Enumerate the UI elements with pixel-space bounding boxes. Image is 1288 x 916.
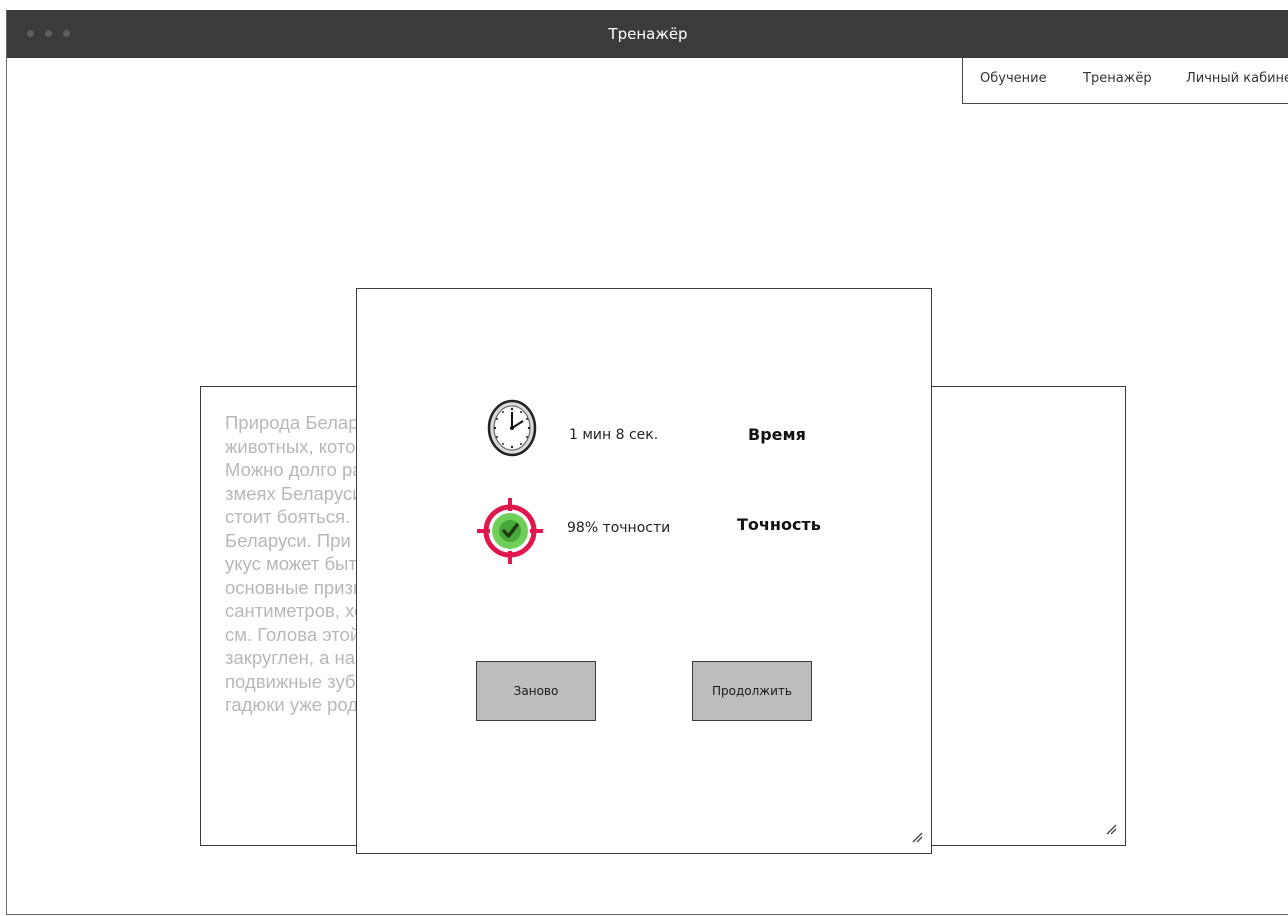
nav-item-trainer[interactable]: Тренажёр [1083,71,1152,86]
window-title: Тренажёр [608,25,688,43]
clock-icon [487,399,537,457]
accuracy-label: Точность [737,515,821,534]
results-dialog: 1 мин 8 сек. Время 98% точности Точность… [356,288,932,854]
time-value: 1 мин 8 сек. [569,427,659,443]
restart-button[interactable]: Заново [476,661,596,721]
resize-grip-icon[interactable] [911,831,923,843]
continue-button[interactable]: Продолжить [692,661,812,721]
resize-grip-icon[interactable] [1105,823,1117,835]
top-nav: Обучение Тренажёр Личный кабинет [962,58,1288,104]
nav-item-learning[interactable]: Обучение [980,71,1047,86]
time-label: Время [748,425,806,444]
nav-item-account[interactable]: Личный кабинет [1186,71,1288,86]
title-bar: Тренажёр [7,10,1288,58]
accuracy-value: 98% точности [567,520,671,536]
target-check-icon [477,498,543,564]
